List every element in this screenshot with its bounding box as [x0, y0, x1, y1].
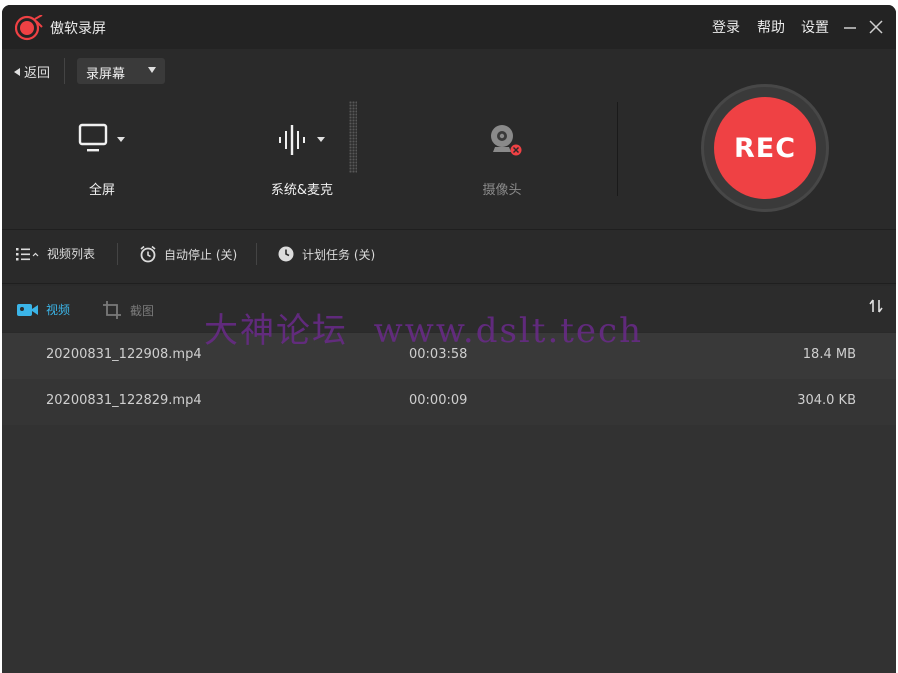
- divider: [617, 102, 618, 196]
- divider: [2, 283, 896, 284]
- minimize-icon[interactable]: [842, 19, 858, 35]
- back-button[interactable]: 返回: [14, 62, 50, 81]
- app-title: 傲软录屏: [50, 21, 106, 37]
- file-size: 304.0 KB: [797, 393, 856, 408]
- file-duration: 00:00:09: [409, 393, 468, 408]
- video-list-button[interactable]: 视频列表: [16, 245, 95, 262]
- auto-stop-button[interactable]: 自动停止 (关): [139, 245, 237, 263]
- table-row[interactable]: 20200831_122829.mp4 00:00:09 304.0 KB: [2, 379, 896, 425]
- clock-icon: [278, 246, 294, 262]
- file-name: 20200831_122908.mp4: [46, 347, 202, 362]
- webcam-icon: [491, 125, 522, 156]
- source-webcam-label: 摄像头: [482, 183, 522, 198]
- source-fullscreen[interactable]: 全屏: [42, 95, 162, 205]
- tab-video-label: 视频: [46, 303, 71, 317]
- crop-icon: [103, 301, 121, 319]
- list-icon: [16, 247, 39, 260]
- auto-stop-label: 自动停止 (关): [164, 247, 238, 262]
- source-fullscreen-label: 全屏: [88, 183, 115, 198]
- rec-label: REC: [714, 97, 816, 199]
- file-list: 20200831_122908.mp4 00:03:58 18.4 MB 202…: [2, 333, 896, 673]
- source-webcam[interactable]: 摄像头: [442, 95, 562, 205]
- file-name: 20200831_122829.mp4: [46, 393, 202, 408]
- alarm-clock-icon: [140, 245, 156, 263]
- audio-wave-icon: [279, 125, 325, 155]
- divider: [117, 243, 118, 265]
- sort-icon[interactable]: [868, 298, 884, 314]
- close-icon[interactable]: [868, 19, 884, 35]
- help-button[interactable]: 帮助: [757, 17, 785, 37]
- source-audio-label: 系统&麦克: [270, 183, 334, 198]
- file-size: 18.4 MB: [802, 347, 856, 362]
- back-label: 返回: [24, 66, 51, 81]
- tab-screenshot[interactable]: 截图: [103, 301, 154, 319]
- chevron-down-icon: [148, 67, 156, 73]
- rec-button[interactable]: REC: [701, 84, 829, 212]
- tab-screenshot-label: 截图: [130, 303, 155, 318]
- divider: [64, 58, 65, 84]
- video-camera-icon: [17, 303, 38, 316]
- record-mode-label: 录屏幕: [86, 67, 126, 82]
- tab-video[interactable]: 视频: [17, 301, 70, 318]
- audio-level-meter: [349, 101, 357, 173]
- caret-left-icon: [14, 67, 20, 76]
- monitor-icon: [78, 123, 125, 152]
- app-logo-icon: [15, 15, 43, 41]
- app-window: 傲软录屏 登录 帮助 设置 返回 录屏幕 全屏 系统&麦克 摄像头 REC 视频…: [2, 5, 896, 673]
- record-mode-dropdown[interactable]: 录屏幕: [77, 58, 165, 84]
- login-button[interactable]: 登录: [712, 17, 740, 37]
- settings-button[interactable]: 设置: [801, 17, 829, 37]
- watermark-text: 大神论坛 www.dslt.tech: [204, 311, 643, 351]
- divider: [2, 229, 896, 230]
- video-list-label: 视频列表: [47, 247, 96, 261]
- source-audio[interactable]: 系统&麦克: [242, 95, 362, 205]
- schedule-task-label: 计划任务 (关): [302, 247, 376, 262]
- divider: [256, 243, 257, 265]
- title-bar[interactable]: 傲软录屏 登录 帮助 设置: [2, 5, 896, 49]
- schedule-task-button[interactable]: 计划任务 (关): [277, 245, 375, 263]
